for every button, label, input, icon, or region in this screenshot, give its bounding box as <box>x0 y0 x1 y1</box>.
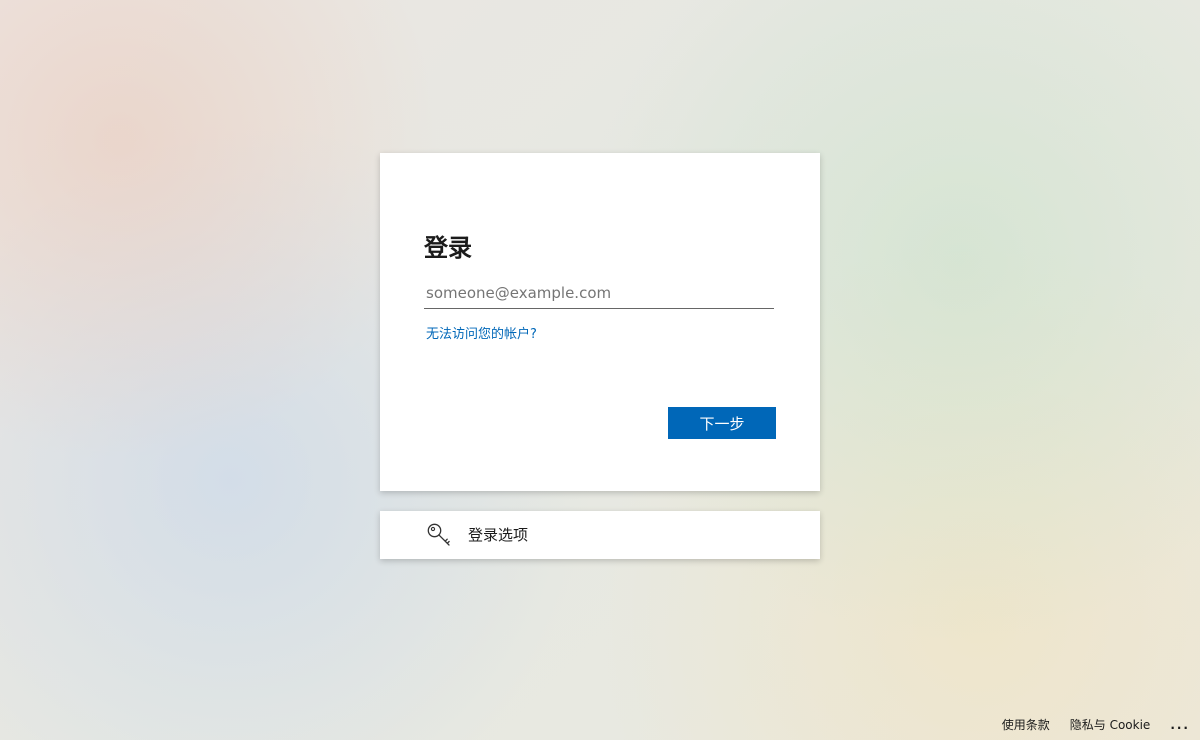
page-title: 登录 <box>424 234 472 262</box>
signin-options-button[interactable]: 登录选项 <box>380 511 820 559</box>
privacy-cookies-link[interactable]: 隐私与 Cookie <box>1070 715 1151 735</box>
cant-access-account-link[interactable]: 无法访问您的帐户? <box>426 326 537 344</box>
next-button[interactable]: 下一步 <box>668 407 776 439</box>
more-options-button[interactable]: ... <box>1170 718 1190 732</box>
footer: 使用条款 隐私与 Cookie ... <box>982 715 1190 735</box>
email-field[interactable] <box>424 277 774 309</box>
terms-of-use-link[interactable]: 使用条款 <box>1002 715 1050 735</box>
key-icon <box>427 523 450 546</box>
signin-card: 登录 无法访问您的帐户? 下一步 <box>380 153 820 491</box>
signin-options-label: 登录选项 <box>468 526 529 544</box>
